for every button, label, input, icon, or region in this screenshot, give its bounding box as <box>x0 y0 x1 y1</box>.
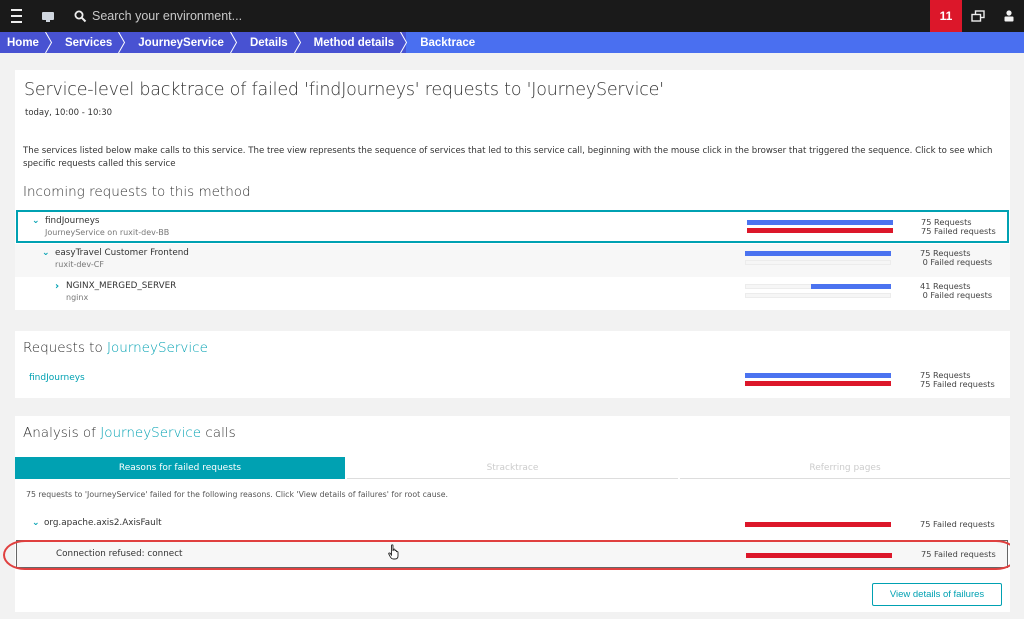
breadcrumb-journeyservice[interactable]: JourneyService <box>124 32 238 53</box>
top-bar: 11 <box>0 0 1024 32</box>
breadcrumb-home[interactable]: Home <box>0 32 53 53</box>
analysis-heading: Analysis of JourneyService calls <box>23 425 236 441</box>
scrollbar[interactable] <box>1010 53 1024 619</box>
requests-bar-track <box>747 220 893 225</box>
breadcrumb-backtrace: Backtrace <box>406 32 1024 53</box>
breadcrumb-separator <box>293 32 301 53</box>
failed-bar-track <box>745 293 891 298</box>
analysis-tabs: Reasons for failed requests Stracktrace … <box>15 457 1010 479</box>
failed-bar-track <box>745 381 891 386</box>
requests-bar-track <box>745 251 891 256</box>
chevron-down-icon[interactable]: ⌄ <box>32 518 40 528</box>
chevron-right-icon[interactable]: › <box>55 281 59 292</box>
breadcrumb-label: Method details <box>313 36 395 49</box>
failed-bar <box>745 381 891 386</box>
reason-name: org.apache.axis2.AxisFault <box>44 518 162 528</box>
requests-bar-track <box>745 284 891 289</box>
reasons-description: 75 requests to 'JourneyService' failed f… <box>26 490 448 499</box>
menu-icon[interactable] <box>6 0 26 32</box>
service-link[interactable]: JourneyService <box>107 340 208 356</box>
breadcrumb-separator <box>44 32 53 53</box>
backtrace-panel: Service-level backtrace of failed 'findJ… <box>15 70 1010 310</box>
requests-bar <box>745 251 891 256</box>
breadcrumb-services[interactable]: Services <box>50 32 126 53</box>
failed-count: 0 Failed requests <box>920 257 993 267</box>
monitor-icon[interactable] <box>40 0 56 32</box>
breadcrumb: Home Services JourneyService Details Met… <box>0 32 1024 53</box>
reason-name: Connection refused: connect <box>56 549 183 559</box>
tab-stacktrace[interactable]: Stracktrace <box>347 457 678 479</box>
incoming-requests-heading: Incoming requests to this method <box>23 184 251 200</box>
failed-bar-track <box>745 260 891 265</box>
breadcrumb-label: Services <box>64 36 113 49</box>
requests-to-panel: Requests to JourneyService findJourneys … <box>15 331 1010 398</box>
hand-cursor-icon <box>388 544 399 560</box>
failed-count: 75 Failed requests <box>921 549 996 559</box>
failed-count: 75 Failed requests <box>921 226 996 236</box>
requests-to-heading: Requests to JourneyService <box>23 340 208 356</box>
breadcrumb-details[interactable]: Details <box>235 32 301 53</box>
tree-row[interactable]: › NGINX_MERGED_SERVER nginx 41 Requests … <box>15 277 1010 310</box>
failed-bar-track <box>745 522 891 527</box>
failed-count: 0 Failed requests <box>920 290 993 300</box>
tree-row-sub: ruxit-dev-CF <box>55 260 104 269</box>
breadcrumb-separator <box>229 32 238 53</box>
requests-bar <box>747 220 893 225</box>
failed-bar <box>747 228 893 233</box>
windows-icon[interactable] <box>968 0 988 32</box>
requests-bar <box>745 373 891 378</box>
backtrace-description: The services listed below make calls to … <box>23 146 993 169</box>
notification-badge[interactable]: 11 <box>930 0 962 32</box>
tree-row-name: easyTravel Customer Frontend <box>55 248 189 258</box>
tree-row-sub: nginx <box>66 293 89 302</box>
heading-text: Requests to <box>23 340 108 356</box>
search-input[interactable] <box>92 6 472 26</box>
reason-row[interactable]: Connection refused: connect 75 Failed re… <box>16 540 1008 568</box>
failed-bar-track <box>747 228 893 233</box>
failed-count: 75 Failed requests <box>920 519 995 529</box>
tree-row-sub: JourneyService on ruxit-dev-BB <box>45 228 170 237</box>
tree-row[interactable]: ⌄ easyTravel Customer Frontend ruxit-dev… <box>15 244 1010 277</box>
failed-bar-track <box>746 553 892 558</box>
breadcrumb-separator <box>118 32 126 53</box>
requests-bar-track <box>745 373 891 378</box>
breadcrumb-label: JourneyService <box>138 36 224 49</box>
tab-reasons-for-failed-requests[interactable]: Reasons for failed requests <box>15 457 345 479</box>
search-icon[interactable] <box>72 0 88 32</box>
tree-row-name: findJourneys <box>45 216 100 226</box>
breadcrumb-separator <box>400 32 408 53</box>
request-link-findjourneys[interactable]: findJourneys <box>29 373 85 383</box>
failed-bar <box>746 553 892 558</box>
requests-bar <box>811 284 891 289</box>
tab-referring-pages[interactable]: Referring pages <box>680 457 1010 479</box>
heading-text: calls <box>201 425 236 441</box>
analysis-panel: Analysis of JourneyService calls Reasons… <box>15 416 1010 612</box>
heading-text: Analysis of <box>23 425 101 441</box>
tree-row[interactable]: ⌄ findJourneys JourneyService on ruxit-d… <box>16 210 1009 243</box>
time-range: today, 10:00 - 10:30 <box>25 108 113 118</box>
chevron-down-icon[interactable]: ⌄ <box>32 216 40 226</box>
breadcrumb-method-details[interactable]: Method details <box>299 32 408 53</box>
failed-count: 75 Failed requests <box>920 379 995 389</box>
failed-bar <box>745 522 891 527</box>
reason-row[interactable]: ⌄ org.apache.axis2.AxisFault 75 Failed r… <box>15 510 1010 538</box>
user-icon[interactable] <box>1000 0 1018 32</box>
chevron-down-icon[interactable]: ⌄ <box>42 248 50 258</box>
view-details-of-failures-button[interactable]: View details of failures <box>872 583 1002 606</box>
tree-row-name: NGINX_MERGED_SERVER <box>66 281 177 291</box>
service-link[interactable]: JourneyService <box>100 425 201 441</box>
page-title: Service-level backtrace of failed 'findJ… <box>24 80 664 100</box>
breadcrumb-label: Home <box>7 36 39 49</box>
breadcrumb-label: Backtrace <box>420 36 476 49</box>
breadcrumb-label: Details <box>249 36 288 49</box>
